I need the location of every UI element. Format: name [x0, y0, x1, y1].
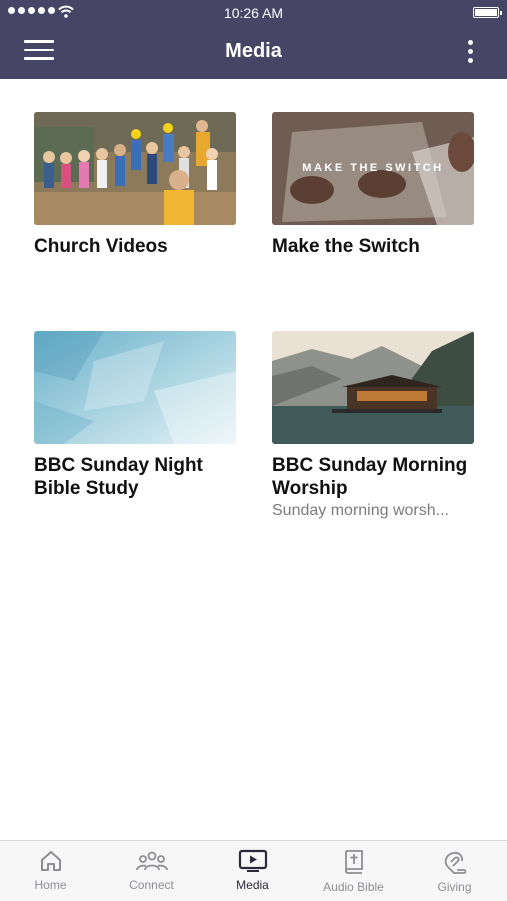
tab-giving[interactable]: Giving	[404, 849, 505, 894]
media-card-make-the-switch[interactable]: MAKE THE SWITCH Make the Switch	[272, 112, 475, 258]
thumbnail-make-the-switch: MAKE THE SWITCH	[272, 112, 474, 225]
tab-label: Home	[34, 878, 67, 892]
media-card-church-videos[interactable]: Church Videos	[34, 112, 237, 258]
thumbnail-overlay-text: MAKE THE SWITCH	[302, 162, 444, 174]
tab-connect[interactable]: Connect	[101, 849, 202, 892]
nav-bar: Media	[0, 26, 507, 79]
tab-label: Media	[236, 878, 269, 892]
media-subtitle: Sunday morning worsh...	[272, 502, 449, 519]
page-title: Media	[225, 40, 282, 62]
tab-audio-bible[interactable]: Audio Bible	[303, 849, 404, 894]
tv-play-icon	[238, 849, 267, 872]
app-header: 10:26 AM Media	[0, 0, 507, 79]
media-card-bible-study[interactable]: BBC Sunday Night Bible Study	[34, 331, 237, 500]
status-time: 10:26 AM	[223, 5, 284, 21]
tab-bar: Home Connect Media Audio Bible Giving	[0, 840, 507, 901]
tab-label: Audio Bible	[323, 880, 384, 894]
tab-media[interactable]: Media	[202, 849, 303, 892]
battery-icon	[473, 7, 502, 18]
people-icon	[135, 851, 168, 871]
media-title: BBC Sunday Night Bible Study	[34, 455, 203, 499]
media-card-morning-worship[interactable]: BBC Sunday Morning Worship Sunday mornin…	[272, 331, 475, 520]
thumbnail-bible-study	[34, 331, 236, 444]
bible-icon	[344, 850, 363, 874]
giving-icon	[444, 851, 466, 874]
tab-label: Connect	[129, 878, 174, 892]
thumbnail-morning-worship	[272, 331, 474, 444]
media-title: BBC Sunday Morning Worship	[272, 455, 468, 499]
media-title: Make the Switch	[272, 236, 420, 257]
media-title: Church Videos	[34, 236, 168, 257]
tab-home[interactable]: Home	[0, 849, 101, 892]
tab-label: Giving	[437, 880, 472, 894]
more-options-button[interactable]	[465, 40, 475, 68]
status-bar: 10:26 AM	[0, 0, 507, 26]
thumbnail-church-videos	[34, 112, 236, 225]
home-icon	[40, 851, 61, 871]
